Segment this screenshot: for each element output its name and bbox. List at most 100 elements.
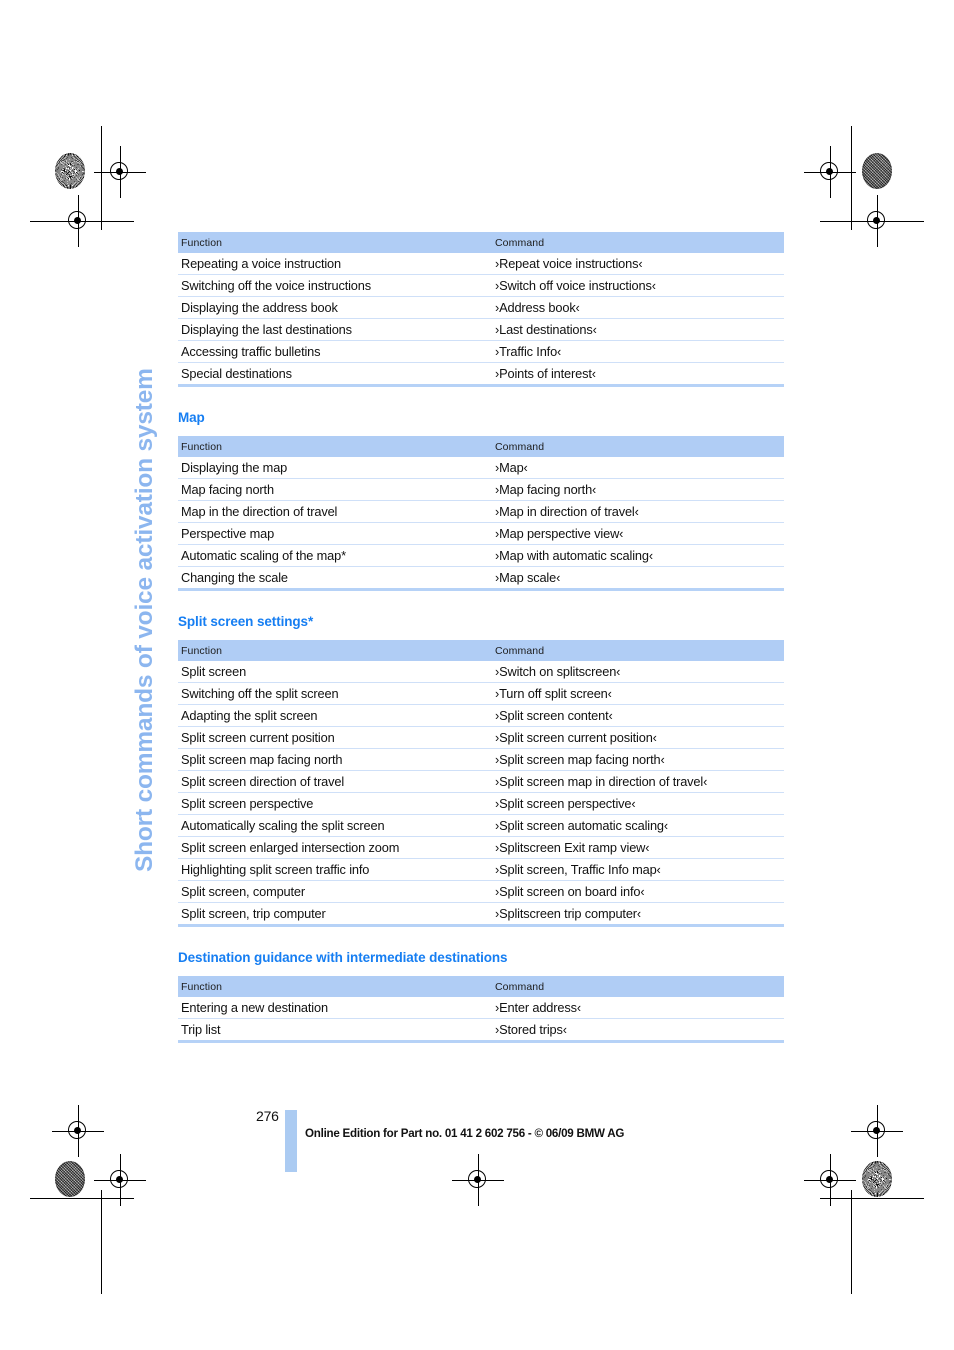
cell-command: ›Map‹ — [495, 460, 528, 475]
cell-function: Displaying the last destinations — [178, 318, 492, 341]
cell-function: Repeating a voice instruction — [181, 256, 341, 271]
cell-function: Accessing traffic bulletins — [178, 340, 492, 363]
column-header-command: Command — [492, 436, 784, 457]
table-row: Accessing traffic bulletins ›Traffic Info… — [178, 340, 784, 363]
cell-function: Map in the direction of travel — [178, 500, 492, 523]
page-footer — [0, 1106, 954, 1186]
command-table: Function Command Repeating a voice instruc… — [178, 232, 784, 387]
cell-command: ›Enter address‹ — [495, 1000, 581, 1015]
cell-function: Automatically scaling the split screen — [178, 814, 492, 837]
table-row: Split screen direction of travel ›Split s… — [178, 770, 784, 793]
cell-command: ›Switch off voice instructions‹ — [492, 274, 784, 297]
main-content: Function Command Repeating a voice instruc… — [178, 232, 784, 1043]
page-canvas: Short commands of voice activation syste… — [0, 0, 954, 1350]
cell-command: ›Map facing north‹ — [492, 478, 784, 501]
column-header-command: Command — [492, 640, 784, 661]
cell-function: Split screen perspective — [178, 792, 492, 815]
column-header-function: Function — [178, 436, 492, 457]
table-row: Split screen map facing north ›Split scre… — [178, 748, 784, 771]
cell-function: Split screen, computer — [178, 880, 492, 903]
cell-function: Split screen — [181, 664, 247, 679]
cell-function: Switching off the split screen — [178, 682, 492, 705]
heading-gap — [178, 425, 784, 436]
table-header-row: Function Command — [178, 436, 784, 457]
cell-function: Split screen map facing north — [178, 748, 492, 771]
table-row: Split screen, computer ›Split screen on b… — [178, 880, 784, 903]
cell-function: Displaying the map — [181, 460, 288, 475]
cell-function: Map facing north — [178, 478, 492, 501]
table-row: Trip list ›Stored trips‹ — [178, 1018, 784, 1042]
table-row: Switching off the voice instructions ›Swi… — [178, 274, 784, 297]
heading-gap — [178, 629, 784, 640]
table-header-row: Function Command — [178, 640, 784, 661]
table-row: Automatically scaling the split screen ›S… — [178, 814, 784, 837]
cell-command: ›Split screen, Traffic Info map‹ — [492, 858, 784, 881]
cell-command: ›Splitscreen Exit ramp view‹ — [492, 836, 784, 859]
heading-gap — [178, 965, 784, 976]
footnote-asterisk: * — [341, 548, 347, 563]
table-row: Switching off the split screen ›Turn off … — [178, 682, 784, 705]
cell-function: Switching off the voice instructions — [178, 274, 492, 297]
table-row: Map facing north ›Map facing north‹ — [178, 478, 784, 501]
table-row: Displaying the last destinations ›Last de… — [178, 318, 784, 341]
command-table: Function Command Displaying the map ›Map‹ Ma… — [178, 436, 784, 591]
cell-function: Split screen direction of travel — [178, 770, 492, 793]
cell-function: Trip list — [178, 1018, 492, 1042]
column-header-function: Function — [178, 976, 492, 997]
table-row: Displaying the address book ›Address book… — [178, 296, 784, 319]
table-header-row: Function Command — [178, 976, 784, 997]
table-row: Adapting the split screen ›Split screen c… — [178, 704, 784, 727]
cell-function: Perspective map — [178, 522, 492, 545]
cell-command: ›Traffic Info‹ — [492, 340, 784, 363]
table-row: Entering a new destination ›Enter address… — [178, 997, 784, 1019]
cell-command: ›Map perspective view‹ — [492, 522, 784, 545]
cell-command: ›Split screen current position‹ — [492, 726, 784, 749]
page-marker-bar — [285, 1110, 297, 1172]
table-row: Special destinations ›Points of interest‹ — [178, 362, 784, 386]
table-row: Changing the scale ›Map scale‹ — [178, 566, 784, 590]
cell-function: Adapting the split screen — [178, 704, 492, 727]
cell-command: ›Turn off split screen‹ — [492, 682, 784, 705]
command-table: Function Command Entering a new destinatio… — [178, 976, 784, 1043]
page-number: 276 — [256, 1108, 279, 1124]
cell-function: Entering a new destination — [181, 1000, 328, 1015]
cell-function: Highlighting split screen traffic info — [178, 858, 492, 881]
table-row: Split screen ›Switch on splitscreen‹ — [178, 661, 784, 683]
cell-command: ›Split screen perspective‹ — [492, 792, 784, 815]
command-table: Function Command Split screen ›Switch on sp… — [178, 640, 784, 927]
cell-function: Split screen current position — [178, 726, 492, 749]
cell-function: Automatic scaling of the map* — [178, 544, 492, 567]
cell-command: ›Map scale‹ — [492, 566, 784, 590]
section-heading: Split screen settings* — [178, 614, 314, 629]
column-header-command: Command — [492, 976, 784, 997]
cell-function: Changing the scale — [178, 566, 492, 590]
cell-command: ›Repeat voice instructions‹ — [495, 256, 643, 271]
cell-command: ›Address book‹ — [492, 296, 784, 319]
cell-command: ›Points of interest‹ — [492, 362, 784, 386]
running-title: Short commands of voice activation syste… — [131, 368, 158, 872]
table-row: Split screen perspective ›Split screen pe… — [178, 792, 784, 815]
section-heading: Map — [178, 410, 205, 425]
table-row: Map in the direction of travel ›Map in di… — [178, 500, 784, 523]
cell-command: ›Split screen content‹ — [492, 704, 784, 727]
cell-function: Split screen enlarged intersection zoom — [178, 836, 492, 859]
section-heading: Destination guidance with intermediate d… — [178, 950, 508, 965]
column-header-command: Command — [492, 232, 784, 253]
cell-command: ›Split screen on board info‹ — [492, 880, 784, 903]
cell-function: Special destinations — [178, 362, 492, 386]
cell-command: ›Split screen automatic scaling‹ — [492, 814, 784, 837]
cell-function: Split screen, trip computer — [178, 902, 492, 926]
table-row: Automatic scaling of the map* ›Map with a… — [178, 544, 784, 567]
table-header-row: Function Command — [178, 232, 784, 253]
cell-command: ›Split screen map in direction of travel… — [492, 770, 784, 793]
column-header-function: Function — [178, 640, 492, 661]
table-row: Split screen current position ›Split scre… — [178, 726, 784, 749]
table-row: Split screen enlarged intersection zoom ›… — [178, 836, 784, 859]
cell-command: ›Split screen map facing north‹ — [492, 748, 784, 771]
cell-command: ›Switch on splitscreen‹ — [495, 664, 621, 679]
table-row: Split screen, trip computer ›Splitscreen … — [178, 902, 784, 926]
cell-command: ›Stored trips‹ — [492, 1018, 784, 1042]
